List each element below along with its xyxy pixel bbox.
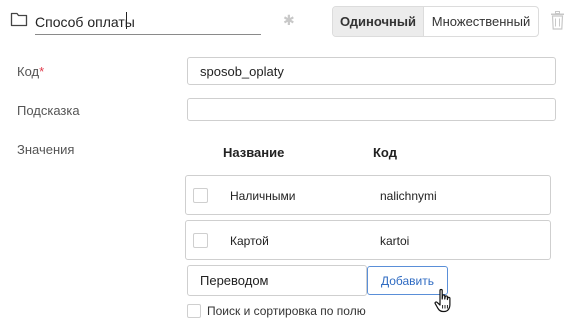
search-sort-checkbox[interactable] [187, 304, 201, 318]
values-label: Значения [17, 142, 75, 157]
required-mark: * [39, 64, 45, 79]
asterisk-icon[interactable]: ✱ [283, 12, 295, 29]
hint-label: Подсказка [17, 103, 80, 118]
column-header-name: Название [223, 145, 285, 160]
row-checkbox[interactable] [193, 233, 208, 248]
value-code: kartoi [380, 234, 410, 248]
value-name: Наличными [230, 189, 296, 203]
text-caret [126, 12, 127, 29]
code-label: Код* [17, 64, 44, 79]
code-label-text: Код [17, 64, 40, 79]
search-sort-label: Поиск и сортировка по полю [207, 304, 366, 318]
trash-icon[interactable] [550, 11, 565, 30]
value-row[interactable]: Наличными nalichnymi [185, 175, 551, 215]
value-row[interactable]: Картой kartoi [185, 220, 551, 260]
hand-pointer-icon [434, 288, 451, 313]
mode-single-button[interactable]: Одиночный [333, 7, 424, 36]
mode-multiple-button[interactable]: Множественный [424, 7, 538, 36]
code-input[interactable] [187, 57, 556, 85]
value-name: Картой [230, 234, 269, 248]
hint-input[interactable] [187, 98, 556, 121]
mode-toggle: Одиночный Множественный [332, 6, 539, 37]
value-code: nalichnymi [380, 189, 437, 203]
field-name-input[interactable] [35, 8, 261, 35]
row-checkbox[interactable] [193, 188, 208, 203]
new-value-input[interactable] [187, 265, 367, 296]
folder-icon [10, 12, 28, 27]
column-header-code: Код [373, 145, 397, 160]
